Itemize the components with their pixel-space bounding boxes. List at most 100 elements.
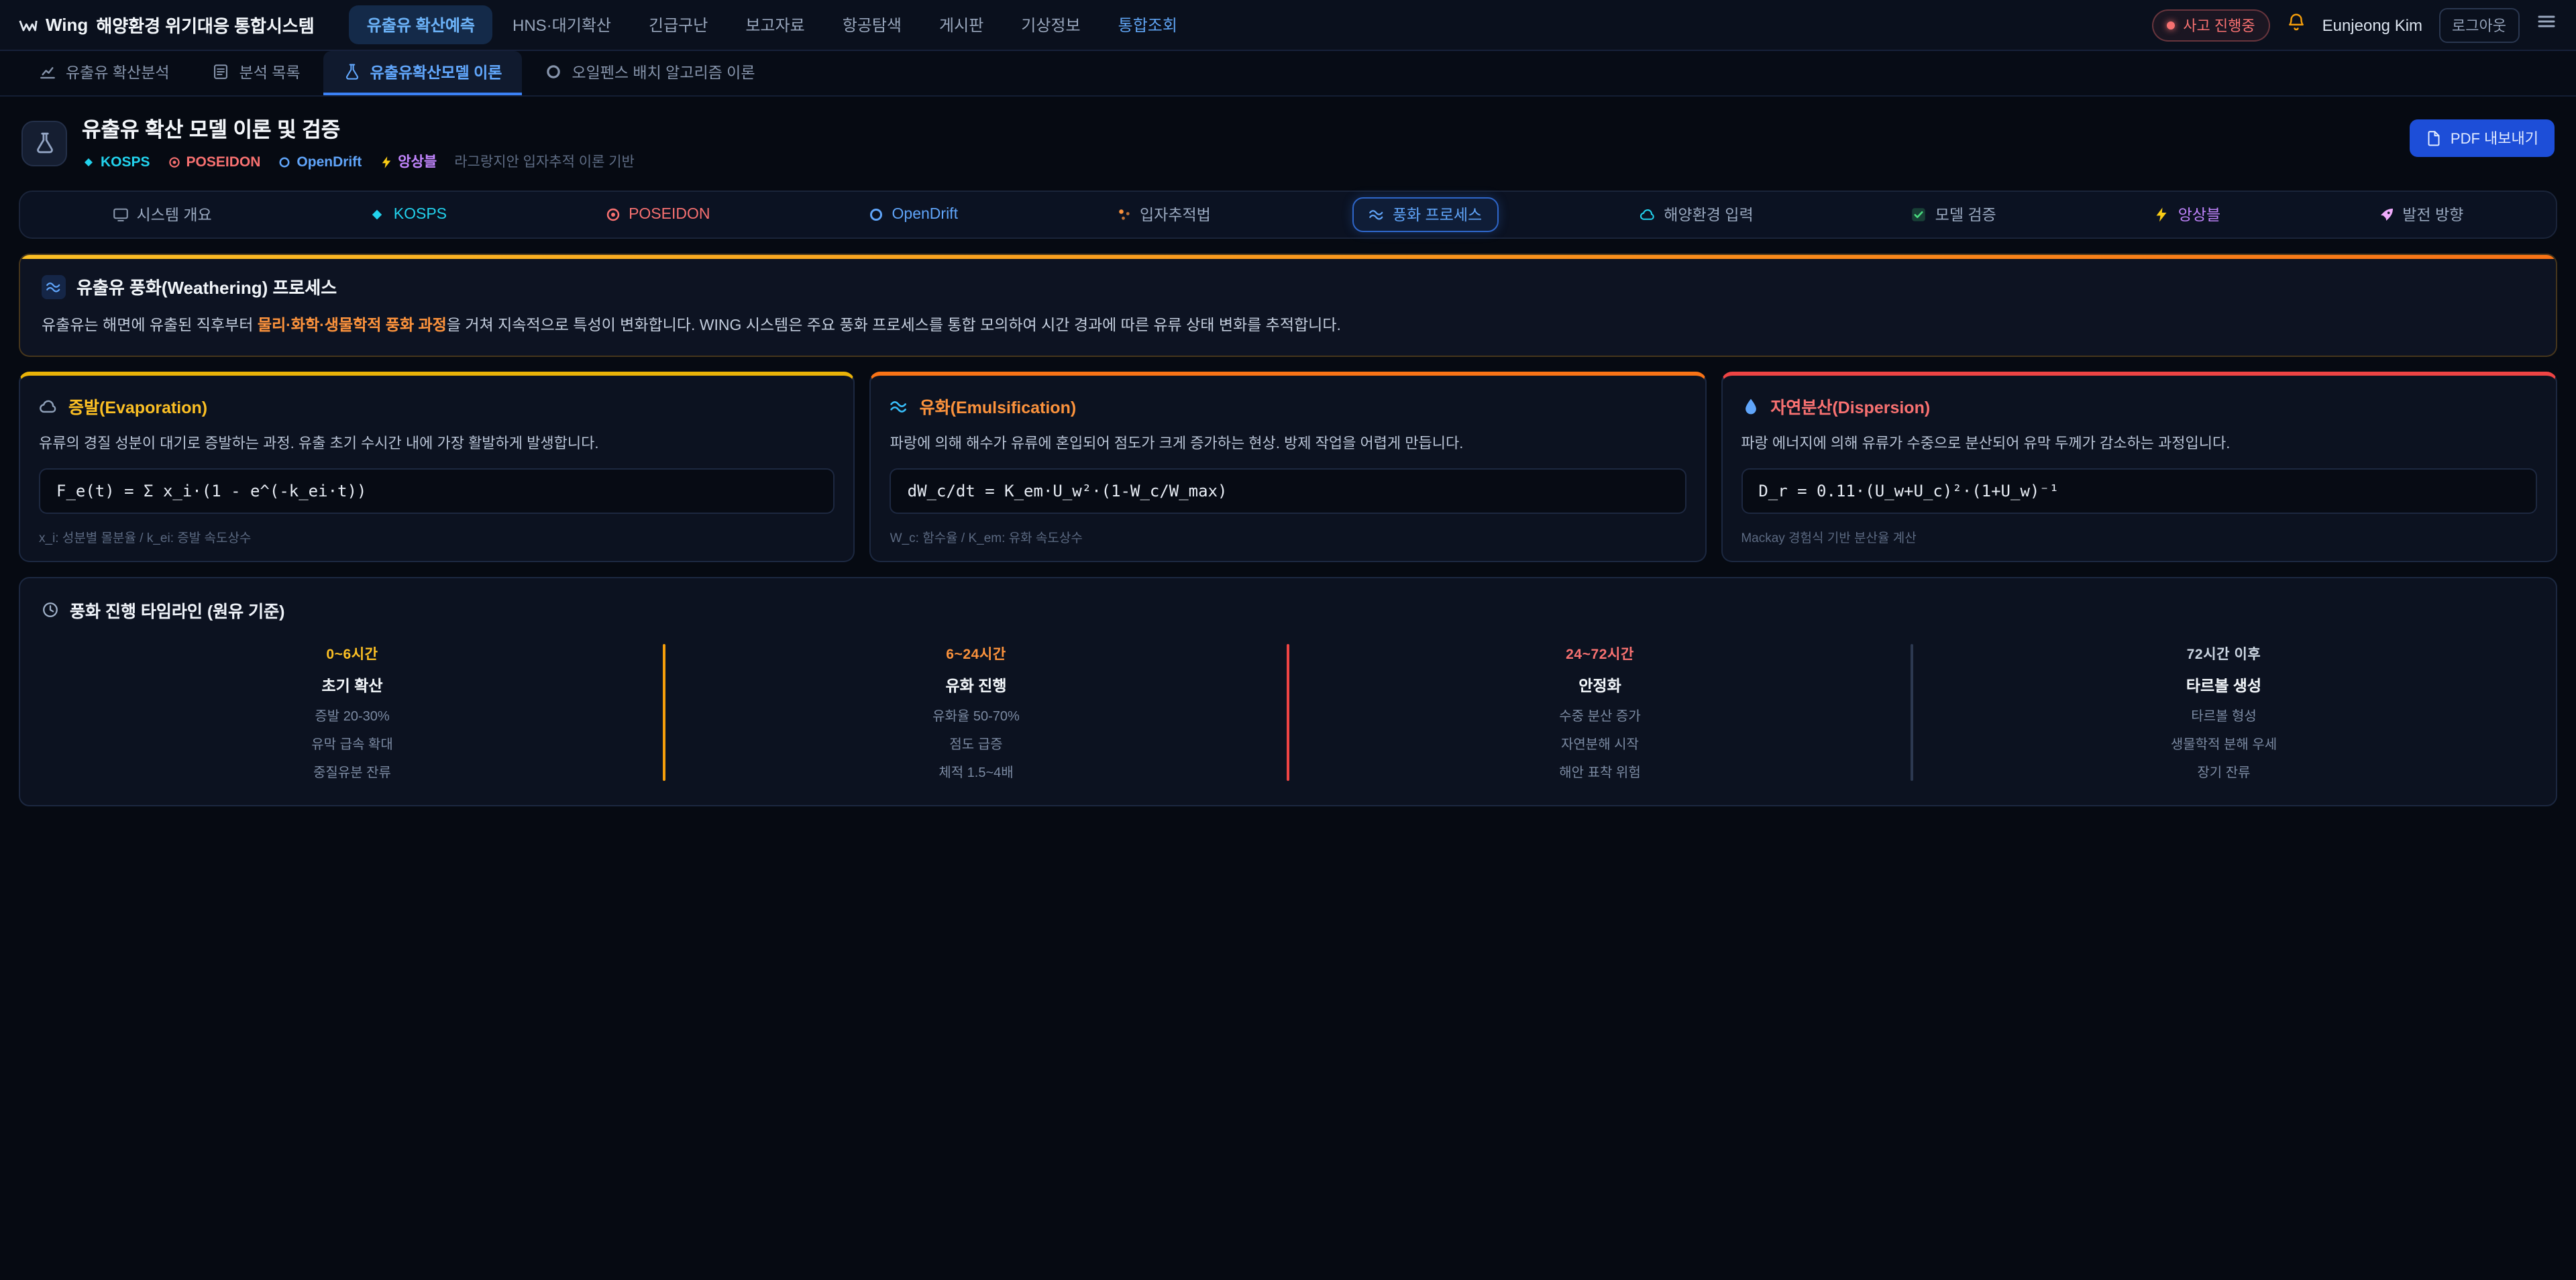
nav-item[interactable]: HNS·대기확산 bbox=[495, 5, 629, 44]
flask-icon bbox=[33, 131, 56, 154]
weathering-overview-panel: 유출유 풍화(Weathering) 프로세스 유출유는 해면에 유출된 직후부… bbox=[19, 254, 2557, 357]
process-card-title-row: 증발(Evaporation) bbox=[39, 393, 835, 419]
nav-item[interactable]: 유출유 확산예측 bbox=[350, 5, 492, 44]
tab-item[interactable]: 분석 목록 bbox=[193, 51, 321, 95]
main-nav: 유출유 확산예측HNS·대기확산긴급구난보고자료항공탐색게시판기상정보통합조회 bbox=[350, 5, 1195, 44]
user-name: Eunjeong Kim bbox=[2322, 15, 2422, 34]
weathering-desc-post: 을 거쳐 지속적으로 특성이 변화합니다. WING 시스템은 주요 풍화 프로… bbox=[447, 318, 1341, 334]
weathering-timeline-panel: 풍화 진행 타임라인 (원유 기준) 0~6시간초기 확산증발 20-30%유막… bbox=[19, 577, 2557, 806]
timeline-phase: 0~6시간초기 확산증발 20-30%유막 급속 확대중질유분 잔류 bbox=[42, 644, 663, 781]
particles-icon bbox=[1116, 207, 1132, 223]
section-nav-label: KOSPS bbox=[394, 207, 447, 223]
section-nav-item[interactable]: 모델 검증 bbox=[1895, 197, 2012, 232]
section-nav-item[interactable]: KOSPS bbox=[354, 200, 463, 229]
section-nav-item[interactable]: POSEIDON bbox=[588, 200, 726, 229]
model-badge-label: POSEIDON bbox=[186, 154, 261, 170]
menu-button[interactable] bbox=[2536, 11, 2557, 39]
nav-item[interactable]: 긴급구난 bbox=[631, 5, 725, 44]
section-nav-item[interactable]: 풍화 프로세스 bbox=[1352, 197, 1498, 232]
page-title: 유출유 확산 모델 이론 및 검증 bbox=[82, 114, 635, 144]
wave-icon bbox=[890, 396, 909, 415]
tab-label: 유출유 확산분석 bbox=[66, 61, 170, 83]
clock-icon bbox=[42, 601, 59, 619]
model-badge-label: 앙상블 bbox=[398, 152, 437, 172]
timeline-phase-detail: 타르볼 형성 bbox=[1913, 704, 2534, 725]
wave-icon bbox=[42, 274, 66, 299]
pdf-export-button[interactable]: PDF 내보내기 bbox=[2410, 119, 2555, 157]
process-card-formula: F_e(t) = Σ x_i·(1 - e^(-k_ei·t)) bbox=[39, 468, 835, 514]
timeline-phase-name: 유화 진행 bbox=[665, 675, 1287, 696]
timeline-phase-detail: 수중 분산 증가 bbox=[1289, 704, 1911, 725]
section-nav-label: 풍화 프로세스 bbox=[1393, 204, 1482, 225]
timeline-phase-detail: 해안 표착 위험 bbox=[1289, 761, 1911, 781]
section-nav: 시스템 개요 KOSPS POSEIDON OpenDrift 입자추적법 풍화 프로세스… bbox=[19, 191, 2557, 239]
section-nav-item[interactable]: 앙상블 bbox=[2138, 197, 2237, 232]
tab-item[interactable]: 유출유확산모델 이론 bbox=[323, 51, 523, 95]
timeline-phase-detail: 유막 급속 확대 bbox=[42, 733, 663, 753]
nav-item[interactable]: 항공탐색 bbox=[825, 5, 919, 44]
page-header-text: 유출유 확산 모델 이론 및 검증 KOSPSPOSEIDONOpenDrift… bbox=[82, 114, 635, 172]
process-card-formula: dW_c/dt = K_em·U_w²·(1-W_c/W_max) bbox=[890, 468, 1686, 514]
incident-status-badge[interactable]: 사고 진행중 bbox=[2152, 9, 2269, 41]
flask-icon bbox=[343, 63, 361, 81]
ring-icon bbox=[278, 155, 291, 168]
tab-bar: 유출유 확산분석 분석 목록 유출유확산모델 이론 오일펜스 배치 알고리즘 이론 bbox=[0, 51, 2576, 97]
tab-item[interactable]: 오일펜스 배치 알고리즘 이론 bbox=[525, 51, 775, 95]
target-icon bbox=[168, 155, 181, 168]
section-nav-item[interactable]: OpenDrift bbox=[852, 200, 974, 229]
process-card-footnote: Mackay 경험식 기반 분산율 계산 bbox=[1741, 527, 2537, 546]
topnav-right: 사고 진행중 Eunjeong Kim 로그아웃 bbox=[2152, 7, 2557, 42]
timeline-title: 풍화 진행 타임라인 (원유 기준) bbox=[70, 597, 284, 623]
weathering-desc-highlight: 물리·화학·생물학적 풍화 과정 bbox=[258, 318, 447, 334]
timeline-phase-detail: 유화율 50-70% bbox=[665, 704, 1287, 725]
monitor-icon bbox=[113, 207, 129, 223]
timeline-phases: 0~6시간초기 확산증발 20-30%유막 급속 확대중질유분 잔류6~24시간… bbox=[42, 644, 2534, 781]
notification-bell-button[interactable] bbox=[2286, 12, 2306, 38]
wave-icon bbox=[1368, 207, 1385, 223]
top-navbar: Wing 해양환경 위기대응 통합시스템 유출유 확산예측HNS·대기확산긴급구… bbox=[0, 0, 2576, 51]
nav-item[interactable]: 보고자료 bbox=[728, 5, 822, 44]
check-icon bbox=[1911, 207, 1927, 223]
timeline-phase: 24~72시간안정화수중 분산 증가자연분해 시작해안 표착 위험 bbox=[1289, 644, 1911, 781]
timeline-phase-detail: 장기 잔류 bbox=[1913, 761, 2534, 781]
app-logo-text: Wing bbox=[46, 15, 88, 35]
section-nav-item[interactable]: 시스템 개요 bbox=[97, 197, 228, 232]
section-nav-item[interactable]: 해양환경 입력 bbox=[1623, 197, 1769, 232]
diamond-icon bbox=[82, 155, 95, 168]
section-nav-label: 시스템 개요 bbox=[137, 204, 212, 225]
app-root: Wing 해양환경 위기대응 통합시스템 유출유 확산예측HNS·대기확산긴급구… bbox=[0, 0, 2576, 1280]
menu-icon bbox=[2536, 11, 2557, 32]
timeline-phase-detail: 자연분해 시작 bbox=[1289, 733, 1911, 753]
process-card-title-row: 자연분산(Dispersion) bbox=[1741, 393, 2537, 419]
section-nav-label: 해양환경 입력 bbox=[1664, 204, 1753, 225]
process-card-title: 자연분산(Dispersion) bbox=[1770, 393, 1930, 419]
tab-item[interactable]: 유출유 확산분석 bbox=[19, 51, 190, 95]
nav-item[interactable]: 게시판 bbox=[922, 5, 1001, 44]
weathering-description: 유출유는 해면에 유출된 직후부터 물리·화학·생물학적 풍화 과정을 거쳐 지… bbox=[42, 314, 2534, 335]
process-card-formula: D_r = 0.11·(U_w+U_c)²·(1+U_w)⁻¹ bbox=[1741, 468, 2537, 514]
page-icon-box bbox=[21, 120, 67, 166]
process-card-title: 증발(Evaporation) bbox=[68, 393, 207, 419]
logout-button[interactable]: 로그아웃 bbox=[2438, 7, 2520, 42]
cloud-icon bbox=[39, 396, 58, 415]
process-card-title: 유화(Emulsification) bbox=[920, 393, 1077, 419]
section-nav-item[interactable]: 입자추적법 bbox=[1099, 197, 1227, 232]
model-badge-label: KOSPS bbox=[101, 154, 150, 170]
nav-item[interactable]: 통합조회 bbox=[1101, 5, 1195, 44]
timeline-phase-detail: 점도 급증 bbox=[665, 733, 1287, 753]
process-card-footnote: x_i: 성분별 몰분율 / k_ei: 증발 속도상수 bbox=[39, 527, 835, 546]
model-badge: KOSPS bbox=[82, 154, 150, 170]
page-header: 유출유 확산 모델 이론 및 검증 KOSPSPOSEIDONOpenDrift… bbox=[0, 97, 2576, 185]
timeline-phase-time: 24~72시간 bbox=[1289, 644, 1911, 664]
ring-icon bbox=[545, 63, 562, 81]
model-badges: KOSPSPOSEIDONOpenDrift앙상블라그랑지안 입자추적 이론 기… bbox=[82, 152, 635, 172]
nav-item[interactable]: 기상정보 bbox=[1004, 5, 1097, 44]
timeline-phase-detail: 중질유분 잔류 bbox=[42, 761, 663, 781]
section-nav-label: 앙상블 bbox=[2178, 204, 2221, 225]
app-logo[interactable]: Wing 해양환경 위기대응 통합시스템 bbox=[19, 12, 315, 38]
section-nav-item[interactable]: 발전 방향 bbox=[2362, 197, 2479, 232]
timeline-phase-time: 6~24시간 bbox=[665, 644, 1287, 664]
tab-label: 유출유확산모델 이론 bbox=[370, 61, 502, 83]
section-nav-label: 모델 검증 bbox=[1935, 204, 1996, 225]
timeline-title-row: 풍화 진행 타임라인 (원유 기준) bbox=[42, 597, 2534, 623]
